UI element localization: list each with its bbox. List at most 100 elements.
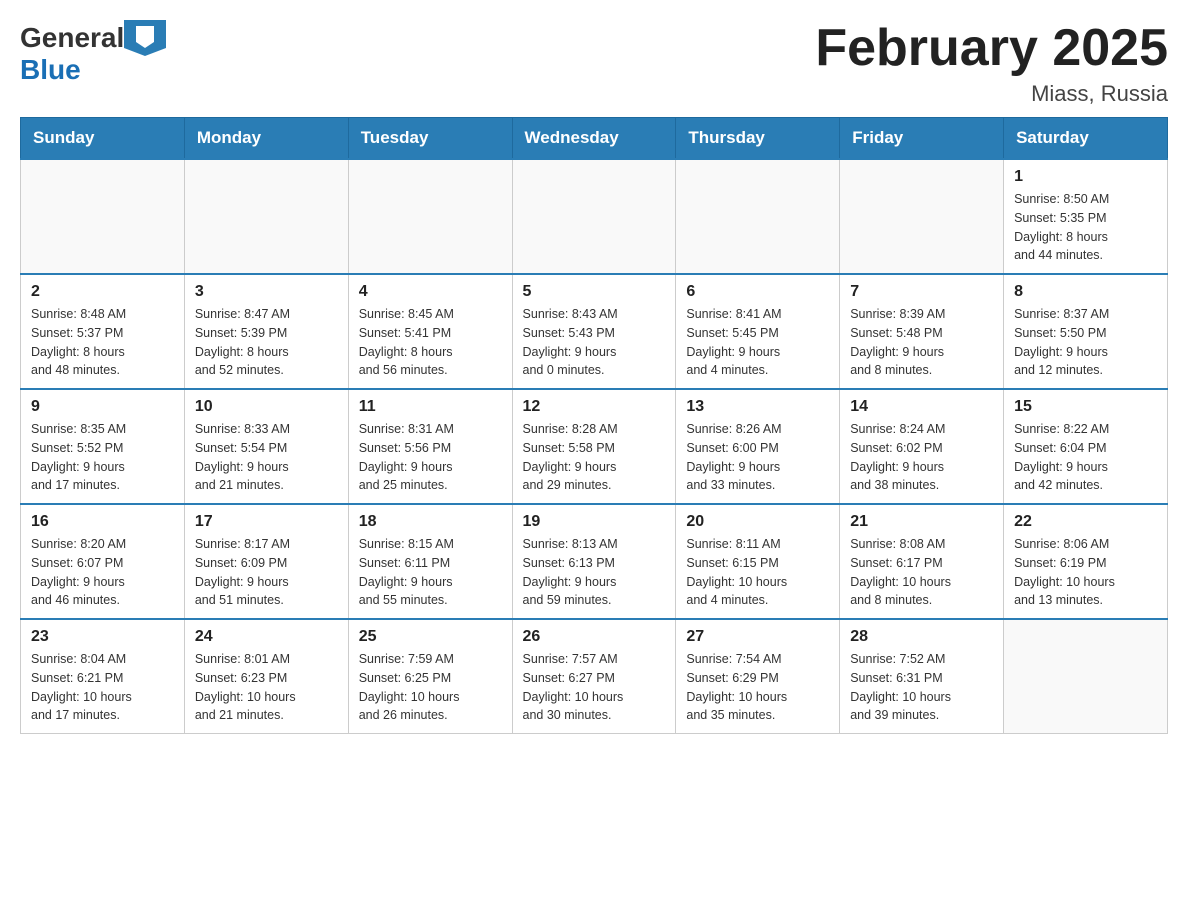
week-row-1: 1 Sunrise: 8:50 AMSunset: 5:35 PMDaylight… [21, 159, 1168, 274]
day-info: Sunrise: 8:48 AMSunset: 5:37 PMDaylight:… [31, 305, 174, 380]
calendar-cell: 26 Sunrise: 7:57 AMSunset: 6:27 PMDayligh… [512, 619, 676, 734]
calendar-cell: 24 Sunrise: 8:01 AMSunset: 6:23 PMDayligh… [184, 619, 348, 734]
day-number: 13 [686, 398, 829, 416]
calendar-cell [512, 159, 676, 274]
day-number: 20 [686, 513, 829, 531]
day-info: Sunrise: 8:33 AMSunset: 5:54 PMDaylight:… [195, 420, 338, 495]
calendar-header-tuesday: Tuesday [348, 118, 512, 160]
calendar-cell: 17Sunrise: 8:17 AMSunset: 6:09 PMDayligh… [184, 504, 348, 619]
page-header: General Blue February 2025 Miass, Russia [20, 20, 1168, 107]
calendar-cell: 3 Sunrise: 8:47 AMSunset: 5:39 PMDaylight… [184, 274, 348, 389]
calendar-cell: 23Sunrise: 8:04 AMSunset: 6:21 PMDayligh… [21, 619, 185, 734]
calendar-header-friday: Friday [840, 118, 1004, 160]
calendar-cell: 22 Sunrise: 8:06 AMSunset: 6:19 PMDayligh… [1004, 504, 1168, 619]
calendar-header-thursday: Thursday [676, 118, 840, 160]
day-number: 10 [195, 398, 338, 416]
day-info: Sunrise: 8:35 AMSunset: 5:52 PMDaylight:… [31, 420, 174, 495]
day-number: 19 [523, 513, 666, 531]
calendar-cell [840, 159, 1004, 274]
logo: General Blue [20, 20, 166, 86]
day-info: Sunrise: 8:50 AMSunset: 5:35 PMDaylight:… [1014, 190, 1157, 265]
day-number: 9 [31, 398, 174, 416]
day-number: 26 [523, 628, 666, 646]
calendar-cell: 18 Sunrise: 8:15 AMSunset: 6:11 PMDayligh… [348, 504, 512, 619]
day-info: Sunrise: 8:43 AMSunset: 5:43 PMDaylight:… [523, 305, 666, 380]
day-info: Sunrise: 8:28 AMSunset: 5:58 PMDaylight:… [523, 420, 666, 495]
day-number: 28 [850, 628, 993, 646]
calendar-cell [1004, 619, 1168, 734]
calendar-cell: 25Sunrise: 7:59 AMSunset: 6:25 PMDayligh… [348, 619, 512, 734]
calendar-header-sunday: Sunday [21, 118, 185, 160]
calendar-cell: 16 Sunrise: 8:20 AMSunset: 6:07 PMDayligh… [21, 504, 185, 619]
day-info: Sunrise: 8:08 AMSunset: 6:17 PMDaylight:… [850, 535, 993, 610]
day-info: Sunrise: 8:39 AMSunset: 5:48 PMDaylight:… [850, 305, 993, 380]
calendar-cell: 27 Sunrise: 7:54 AMSunset: 6:29 PMDayligh… [676, 619, 840, 734]
calendar-cell: 7 Sunrise: 8:39 AMSunset: 5:48 PMDaylight… [840, 274, 1004, 389]
month-title: February 2025 [815, 20, 1168, 77]
calendar-header-row: SundayMondayTuesdayWednesdayThursdayFrid… [21, 118, 1168, 160]
day-number: 12 [523, 398, 666, 416]
logo-blue-text: Blue [20, 54, 81, 86]
calendar-table: SundayMondayTuesdayWednesdayThursdayFrid… [20, 117, 1168, 734]
calendar-cell: 21 Sunrise: 8:08 AMSunset: 6:17 PMDayligh… [840, 504, 1004, 619]
day-info: Sunrise: 8:41 AMSunset: 5:45 PMDaylight:… [686, 305, 829, 380]
day-number: 11 [359, 398, 502, 416]
calendar-cell: 12 Sunrise: 8:28 AMSunset: 5:58 PMDayligh… [512, 389, 676, 504]
day-number: 24 [195, 628, 338, 646]
day-number: 4 [359, 283, 502, 301]
calendar-cell [184, 159, 348, 274]
calendar-cell: 14Sunrise: 8:24 AMSunset: 6:02 PMDayligh… [840, 389, 1004, 504]
day-number: 1 [1014, 168, 1157, 186]
logo-icon [124, 20, 166, 56]
calendar-cell: 13Sunrise: 8:26 AMSunset: 6:00 PMDayligh… [676, 389, 840, 504]
day-number: 6 [686, 283, 829, 301]
day-info: Sunrise: 8:01 AMSunset: 6:23 PMDaylight:… [195, 650, 338, 725]
day-info: Sunrise: 7:54 AMSunset: 6:29 PMDaylight:… [686, 650, 829, 725]
week-row-3: 9 Sunrise: 8:35 AMSunset: 5:52 PMDaylight… [21, 389, 1168, 504]
calendar-cell: 15Sunrise: 8:22 AMSunset: 6:04 PMDayligh… [1004, 389, 1168, 504]
day-number: 23 [31, 628, 174, 646]
calendar-cell: 5Sunrise: 8:43 AMSunset: 5:43 PMDaylight… [512, 274, 676, 389]
day-number: 3 [195, 283, 338, 301]
day-number: 27 [686, 628, 829, 646]
day-info: Sunrise: 8:37 AMSunset: 5:50 PMDaylight:… [1014, 305, 1157, 380]
day-number: 14 [850, 398, 993, 416]
calendar-header-saturday: Saturday [1004, 118, 1168, 160]
calendar-cell: 8 Sunrise: 8:37 AMSunset: 5:50 PMDaylight… [1004, 274, 1168, 389]
day-number: 16 [31, 513, 174, 531]
week-row-4: 16 Sunrise: 8:20 AMSunset: 6:07 PMDayligh… [21, 504, 1168, 619]
calendar-cell: 1 Sunrise: 8:50 AMSunset: 5:35 PMDaylight… [1004, 159, 1168, 274]
day-info: Sunrise: 8:31 AMSunset: 5:56 PMDaylight:… [359, 420, 502, 495]
day-number: 18 [359, 513, 502, 531]
day-info: Sunrise: 7:59 AMSunset: 6:25 PMDaylight:… [359, 650, 502, 725]
week-row-5: 23Sunrise: 8:04 AMSunset: 6:21 PMDayligh… [21, 619, 1168, 734]
calendar-header-monday: Monday [184, 118, 348, 160]
day-info: Sunrise: 8:45 AMSunset: 5:41 PMDaylight:… [359, 305, 502, 380]
day-info: Sunrise: 8:11 AMSunset: 6:15 PMDaylight:… [686, 535, 829, 610]
day-info: Sunrise: 7:57 AMSunset: 6:27 PMDaylight:… [523, 650, 666, 725]
calendar-cell [348, 159, 512, 274]
day-info: Sunrise: 8:22 AMSunset: 6:04 PMDaylight:… [1014, 420, 1157, 495]
day-info: Sunrise: 8:17 AMSunset: 6:09 PMDaylight:… [195, 535, 338, 610]
title-block: February 2025 Miass, Russia [815, 20, 1168, 107]
calendar-cell [676, 159, 840, 274]
day-number: 7 [850, 283, 993, 301]
day-info: Sunrise: 8:06 AMSunset: 6:19 PMDaylight:… [1014, 535, 1157, 610]
calendar-cell: 2 Sunrise: 8:48 AMSunset: 5:37 PMDaylight… [21, 274, 185, 389]
calendar-cell: 20 Sunrise: 8:11 AMSunset: 6:15 PMDayligh… [676, 504, 840, 619]
day-number: 22 [1014, 513, 1157, 531]
calendar-cell: 19 Sunrise: 8:13 AMSunset: 6:13 PMDayligh… [512, 504, 676, 619]
calendar-cell: 4 Sunrise: 8:45 AMSunset: 5:41 PMDaylight… [348, 274, 512, 389]
day-number: 2 [31, 283, 174, 301]
day-info: Sunrise: 7:52 AMSunset: 6:31 PMDaylight:… [850, 650, 993, 725]
day-info: Sunrise: 8:15 AMSunset: 6:11 PMDaylight:… [359, 535, 502, 610]
day-info: Sunrise: 8:20 AMSunset: 6:07 PMDaylight:… [31, 535, 174, 610]
day-info: Sunrise: 8:13 AMSunset: 6:13 PMDaylight:… [523, 535, 666, 610]
day-number: 21 [850, 513, 993, 531]
day-info: Sunrise: 8:47 AMSunset: 5:39 PMDaylight:… [195, 305, 338, 380]
location: Miass, Russia [815, 81, 1168, 107]
calendar-cell: 6 Sunrise: 8:41 AMSunset: 5:45 PMDaylight… [676, 274, 840, 389]
calendar-header-wednesday: Wednesday [512, 118, 676, 160]
calendar-cell: 9 Sunrise: 8:35 AMSunset: 5:52 PMDaylight… [21, 389, 185, 504]
day-number: 8 [1014, 283, 1157, 301]
